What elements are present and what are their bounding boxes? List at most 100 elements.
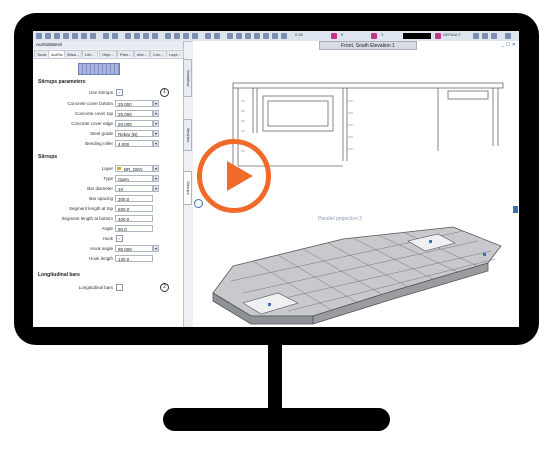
font-value[interactable]: 1 [381, 32, 383, 37]
hook-length-field[interactable]: 130.0 [115, 255, 153, 262]
tab-objects[interactable]: Obje... [99, 50, 117, 57]
save-icon[interactable] [63, 33, 69, 39]
tool-icon[interactable] [505, 33, 511, 39]
bending-roller-field[interactable]: 4.000 [115, 140, 153, 147]
print-icon[interactable] [72, 33, 78, 39]
tool-icon[interactable] [227, 33, 233, 39]
bar-spacing-field[interactable]: 300.0 [115, 195, 153, 202]
tool-icon[interactable] [183, 33, 189, 39]
param-label: Hook [102, 236, 113, 241]
style-color-icon[interactable] [435, 33, 441, 39]
longitudinal-bars-checkbox[interactable] [116, 284, 123, 291]
tool-icon[interactable] [254, 33, 260, 39]
stirrups-heading[interactable]: Stirrups [38, 154, 57, 160]
side-tabs: Workflow Meshes Stirrups [183, 59, 193, 209]
style-value[interactable]: DEFAULT [443, 32, 461, 37]
paste-icon[interactable] [90, 33, 96, 39]
app-icon[interactable] [36, 33, 42, 39]
dropdown-button[interactable]: ▾ [153, 130, 159, 137]
redo-icon[interactable] [112, 33, 118, 39]
tool-icon[interactable] [165, 33, 171, 39]
dropdown-button[interactable]: ▾ [153, 245, 159, 252]
hook-checkbox[interactable]: ✓ [116, 235, 123, 242]
tool-icon[interactable] [134, 33, 140, 39]
play-icon [227, 161, 253, 191]
dropdown-button[interactable]: ▾ [153, 120, 159, 127]
tab-layers[interactable]: Laye... [166, 50, 185, 57]
copy-icon[interactable] [81, 33, 87, 39]
undo-icon[interactable] [103, 33, 109, 39]
param-label: Type [103, 176, 113, 181]
tool-icon[interactable] [482, 33, 488, 39]
play-button[interactable] [197, 139, 271, 213]
dropdown-button[interactable]: ▾ [153, 165, 159, 172]
panel-tabs: Tools AutStc Wiza... Libr... Obje... Pla… [33, 49, 185, 59]
dropdown-button[interactable]: ▾ [153, 110, 159, 117]
monitor-neck [268, 345, 282, 409]
new-icon[interactable] [45, 33, 51, 39]
param-label: Segment length at top [68, 206, 113, 211]
concrete-cover-bottom-field[interactable]: 25.000 [115, 100, 153, 107]
open-icon[interactable] [54, 33, 60, 39]
param-label: Bending roller [85, 141, 113, 146]
tab-wizards[interactable]: Wiza... [64, 50, 83, 57]
tool-icon[interactable] [152, 33, 158, 39]
tab-interface[interactable]: Inte... [134, 50, 151, 57]
type-select[interactable]: Open [115, 175, 153, 182]
tab-meshes[interactable]: Meshes [183, 119, 192, 151]
longitudinal-bars-heading[interactable]: Longitudinal bars [38, 272, 80, 278]
tab-plans[interactable]: Plan... [117, 50, 135, 57]
tool-icon[interactable] [473, 33, 479, 39]
longitudinal-bars-label: Longitudinal bars [78, 285, 113, 290]
tab-library[interactable]: Libr... [82, 50, 98, 57]
steel-grade-select[interactable]: Rebar (B) [115, 130, 153, 137]
param-label: Segment length at bottom [61, 216, 113, 221]
layer-value[interactable]: 0 [341, 32, 343, 37]
tool-icon[interactable] [272, 33, 278, 39]
properties-panel: AutStabBeml Tools AutStc Wiza... Libr...… [33, 41, 185, 327]
tab-workflow[interactable]: Workflow [183, 59, 192, 97]
segment-length-bottom-field[interactable]: 400.0 [115, 215, 153, 222]
param-label: Bar diameter [87, 186, 113, 191]
tool-icon[interactable] [245, 33, 251, 39]
use-stirrups-checkbox[interactable]: ✓ [116, 89, 123, 96]
concrete-cover-top-field[interactable]: 25.000 [115, 110, 153, 117]
tab-connect[interactable]: Con... [150, 50, 167, 57]
segment-length-top-field[interactable]: 600.0 [115, 205, 153, 212]
hook-angle-field[interactable]: 90.000 [115, 245, 153, 252]
dropdown-button[interactable]: ▾ [153, 175, 159, 182]
tool-icon[interactable] [491, 33, 497, 39]
param-label: Hook length [88, 256, 113, 261]
tool-icon[interactable] [236, 33, 242, 39]
param-label: Bar spacing [89, 196, 113, 201]
step-badge-2: 2 [160, 283, 169, 292]
dropdown-button[interactable]: ▾ [153, 185, 159, 192]
tool-icon[interactable] [205, 33, 211, 39]
tool-icon[interactable] [281, 33, 287, 39]
tool-icon[interactable] [174, 33, 180, 39]
tool-icon[interactable] [263, 33, 269, 39]
param-label: Angle [101, 226, 113, 231]
tool-icon[interactable] [125, 33, 131, 39]
tool-icon[interactable] [192, 33, 198, 39]
stirrups-parameters-heading[interactable]: Stirrups parameters [38, 79, 86, 85]
app-screenshot: 0.25 0 1 DEFAULT AutStabBeml Tools AutSt… [33, 31, 519, 327]
pan-handle-icon[interactable] [194, 199, 203, 208]
dropdown-button[interactable]: ▾ [153, 140, 159, 147]
line-color-icon[interactable] [371, 33, 377, 39]
tool-icon[interactable] [143, 33, 149, 39]
pen-color-icon[interactable] [331, 33, 337, 39]
monitor-base [163, 408, 390, 431]
edge-handle-icon[interactable] [513, 206, 518, 213]
layer-icon [117, 167, 121, 170]
dropdown-button[interactable]: ▾ [153, 100, 159, 107]
bar-diameter-select[interactable]: 10 [115, 185, 153, 192]
tab-stirrups[interactable]: Stirrups [183, 171, 192, 205]
angle-field[interactable]: 90.0 [115, 225, 153, 232]
tool-icon[interactable] [214, 33, 220, 39]
concrete-cover-edge-field[interactable]: 20.000 [115, 120, 153, 127]
param-label: Concrete cover edge [71, 121, 113, 126]
pen-scale[interactable]: 0.25 [295, 32, 303, 37]
projection-label: Parallel projection 2 [318, 216, 362, 222]
color-swatch[interactable] [403, 33, 431, 39]
